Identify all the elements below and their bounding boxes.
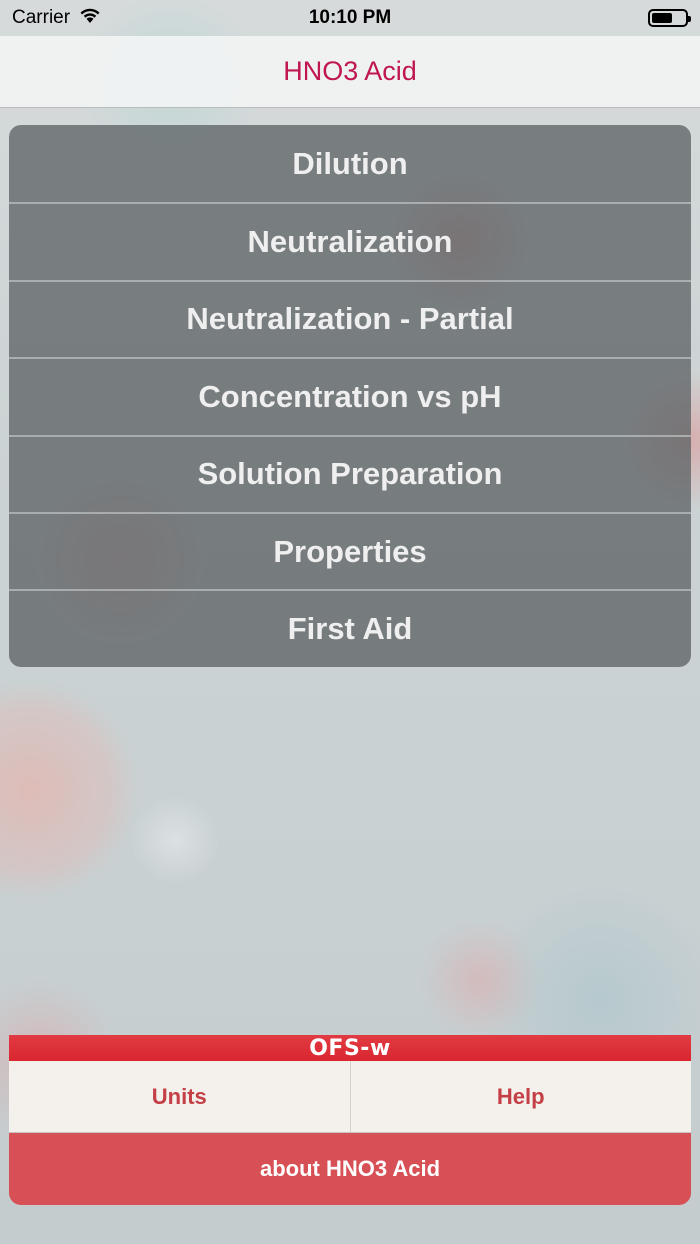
- menu-item-neutralization-partial[interactable]: Neutralization - Partial: [9, 279, 691, 357]
- main-menu: Dilution Neutralization Neutralization -…: [9, 125, 691, 667]
- battery-icon: [648, 9, 691, 27]
- status-left: Carrier: [12, 6, 102, 30]
- about-button[interactable]: about HNO3 Acid: [9, 1133, 691, 1205]
- status-time: 10:10 PM: [308, 7, 392, 28]
- status-bar: Carrier 10:10 PM: [0, 0, 700, 36]
- navigation-bar: HNO3 Acid: [0, 36, 700, 108]
- battery-level: [652, 13, 672, 23]
- units-button[interactable]: Units: [9, 1061, 350, 1132]
- menu-item-first-aid[interactable]: First Aid: [9, 589, 691, 666]
- menu-item-dilution[interactable]: Dilution: [9, 125, 691, 202]
- brand-strip: OFS-w: [9, 1035, 691, 1061]
- bottom-panel: OFS-w Units Help about HNO3 Acid: [9, 1035, 691, 1205]
- carrier-label: Carrier: [12, 7, 71, 28]
- menu-item-solution-preparation[interactable]: Solution Preparation: [9, 434, 691, 512]
- menu-item-properties[interactable]: Properties: [9, 511, 691, 589]
- bottom-button-row: Units Help: [9, 1061, 691, 1133]
- wifi-icon: [78, 6, 102, 30]
- help-button[interactable]: Help: [349, 1061, 692, 1132]
- menu-item-neutralization[interactable]: Neutralization: [9, 202, 691, 279]
- page-title: HNO3 Acid: [283, 56, 417, 86]
- menu-item-concentration-vs-ph[interactable]: Concentration vs pH: [9, 357, 691, 434]
